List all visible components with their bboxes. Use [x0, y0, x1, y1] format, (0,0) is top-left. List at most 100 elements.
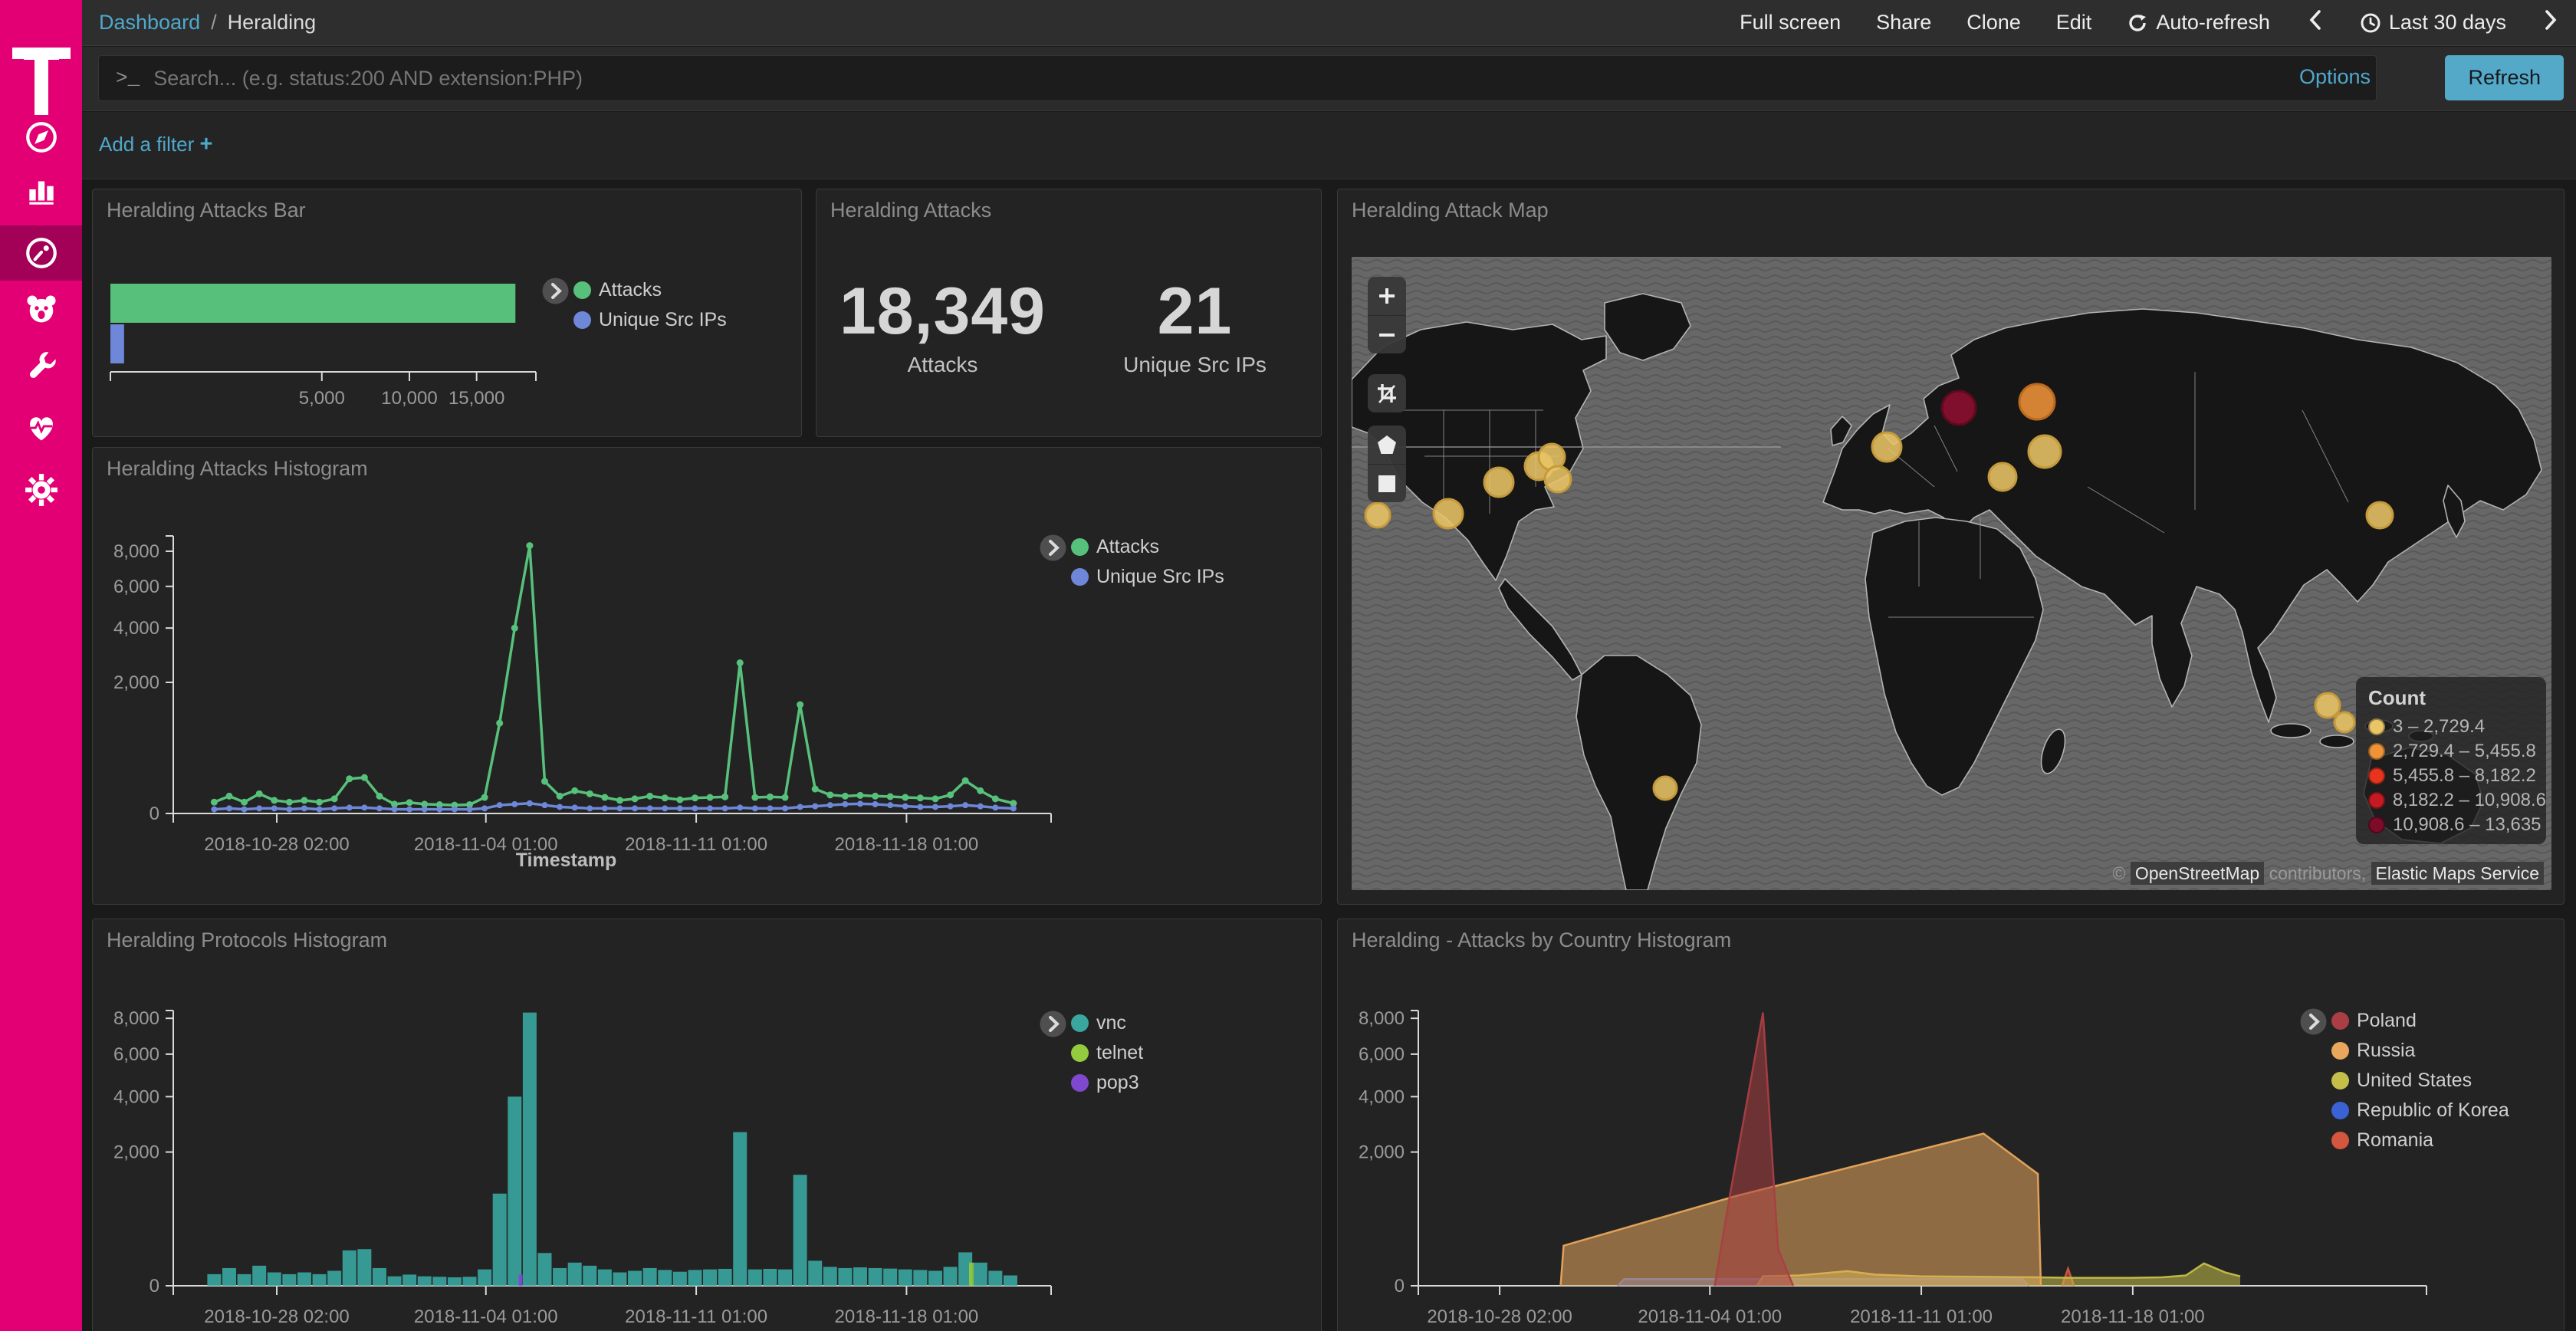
panel-protocols-histogram[interactable]: Heralding Protocols Histogram 02,0004,00…	[92, 919, 1322, 1331]
attacks-histogram-legend[interactable]: Attacks Unique Src IPs	[1071, 532, 1224, 592]
legend-collapse-button[interactable]	[1039, 534, 1067, 566]
svg-text:2018-11-11 01:00: 2018-11-11 01:00	[625, 1306, 767, 1327]
legend-label: Unique Src IPs	[1096, 566, 1224, 588]
legend-collapse-button[interactable]	[2299, 1007, 2328, 1040]
legend-item[interactable]: United States	[2331, 1066, 2509, 1096]
map-zoom-controls	[1368, 277, 1406, 353]
time-back-button[interactable]	[2305, 9, 2325, 37]
legend-collapse-button[interactable]	[1039, 1010, 1067, 1042]
attack-location-circle[interactable]	[1872, 432, 1901, 462]
svg-text:2,000: 2,000	[1359, 1142, 1405, 1163]
panel-attacks-metric[interactable]: Heralding Attacks 18,349 Attacks 21 Uniq…	[816, 189, 1322, 437]
panel-title: Heralding Attacks	[830, 199, 991, 222]
legend-item[interactable]: telnet	[1071, 1038, 1143, 1068]
legend-toggle-icon	[1039, 1010, 1067, 1038]
map-legend-row: 5,455.8 – 8,182.2	[2368, 764, 2546, 788]
attack-location-circle[interactable]	[1365, 503, 1390, 527]
protocols-histogram-legend[interactable]: vnctelnet pop3	[1071, 1008, 1143, 1098]
legend-item[interactable]: Republic of Korea	[2331, 1096, 2509, 1126]
time-range-picker[interactable]: Last 30 days	[2360, 11, 2506, 35]
attack-location-circle[interactable]	[2334, 712, 2354, 732]
legend-item[interactable]: Unique Src IPs	[573, 305, 727, 335]
attack-location-circle[interactable]	[2019, 384, 2055, 419]
legend-label: Romania	[2357, 1129, 2433, 1152]
svg-text:2018-11-11 01:00: 2018-11-11 01:00	[625, 834, 767, 855]
breadcrumb-dashboard-link[interactable]: Dashboard	[99, 11, 200, 35]
legend-item[interactable]: Poland	[2331, 1006, 2509, 1036]
draw-rectangle-button[interactable]	[1368, 464, 1406, 502]
zoom-in-button[interactable]	[1368, 277, 1406, 315]
legend-item[interactable]: Russia	[2331, 1036, 2509, 1066]
legend-item[interactable]: vnc	[1071, 1008, 1143, 1038]
fit-bounds-button[interactable]	[1368, 374, 1406, 412]
top-navigation-bar: Dashboard / Heralding Full screen Share …	[82, 0, 2576, 46]
sidebar-item-discover[interactable]	[0, 110, 82, 164]
attack-location-circle[interactable]	[1942, 391, 1976, 425]
svg-text:6,000: 6,000	[113, 577, 159, 597]
legend-toggle-icon	[1039, 534, 1067, 562]
clone-button[interactable]: Clone	[1967, 11, 2021, 35]
search-box: >_	[98, 55, 2377, 101]
search-input[interactable]	[153, 67, 2376, 90]
attacks-bar-legend[interactable]: AttacksUnique Src IPs	[573, 275, 727, 335]
sidebar-item-tools[interactable]	[0, 337, 82, 391]
map-legend-row: 3 – 2,729.4	[2368, 715, 2546, 739]
heartbeat-icon	[23, 409, 60, 445]
attack-location-circle[interactable]	[2029, 435, 2061, 468]
attack-location-circle[interactable]	[1484, 468, 1513, 497]
sidebar-item-health[interactable]	[0, 400, 82, 454]
sidebar-item-settings[interactable]	[0, 463, 82, 517]
legend-item[interactable]: pop3	[1071, 1068, 1143, 1098]
attack-location-circle[interactable]	[1545, 466, 1571, 492]
sidebar-item-tpot[interactable]	[0, 282, 82, 336]
crop-icon	[1376, 383, 1398, 404]
full-screen-button[interactable]: Full screen	[1740, 11, 1841, 35]
attack-location-circle[interactable]	[1434, 499, 1463, 528]
auto-refresh-button[interactable]: Auto-refresh	[2127, 11, 2270, 35]
legend-color-dot	[2331, 1132, 2349, 1149]
add-filter-link[interactable]: Add a filter +	[99, 132, 212, 157]
panel-title: Heralding - Attacks by Country Histogram	[1352, 928, 1731, 952]
legend-item[interactable]: Attacks	[1071, 532, 1224, 562]
openstreetmap-link[interactable]: OpenStreetMap	[2131, 862, 2264, 885]
svg-text:2018-10-28 02:00: 2018-10-28 02:00	[204, 834, 350, 855]
elastic-maps-service-link[interactable]: Elastic Maps Service	[2371, 862, 2544, 885]
metric-label: Unique Src IPs	[1069, 353, 1321, 377]
legend-color-dot	[1071, 1014, 1089, 1032]
attack-location-circle[interactable]	[2367, 502, 2393, 528]
svg-text:2018-11-04 01:00: 2018-11-04 01:00	[414, 1306, 558, 1327]
legend-item[interactable]: Attacks	[573, 275, 727, 305]
zoom-out-button[interactable]	[1368, 315, 1406, 353]
edit-button[interactable]: Edit	[2056, 11, 2092, 35]
attack-location-circle[interactable]	[2315, 693, 2340, 718]
panel-country-histogram[interactable]: Heralding - Attacks by Country Histogram…	[1337, 919, 2564, 1331]
panel-attack-map[interactable]: Heralding Attack Map	[1337, 189, 2564, 905]
map-legend-label: 2,729.4 – 5,455.8	[2393, 741, 2536, 762]
time-forward-button[interactable]	[2542, 9, 2561, 37]
panel-attacks-histogram[interactable]: Heralding Attacks Histogram 02,0004,0006…	[92, 447, 1322, 905]
sidebar-item-dashboard[interactable]	[0, 225, 82, 281]
svg-text:2018-11-04 01:00: 2018-11-04 01:00	[1638, 1306, 1782, 1327]
breadcrumb: Dashboard / Heralding	[99, 11, 316, 35]
legend-item[interactable]: Unique Src IPs	[1071, 562, 1224, 592]
map-legend-dot	[2368, 792, 2385, 809]
world-map[interactable]: Count 3 – 2,729.4 2,729.4 – 5,455.8 5,45…	[1352, 257, 2551, 890]
country-histogram-legend[interactable]: PolandRussiaUnited StatesRepublic of Kor…	[2331, 1006, 2509, 1155]
legend-label: pop3	[1096, 1072, 1139, 1094]
panel-title: Heralding Protocols Histogram	[107, 928, 387, 952]
refresh-button[interactable]: Refresh	[2445, 55, 2564, 100]
attack-location-circle[interactable]	[1654, 777, 1677, 800]
panel-title: Heralding Attack Map	[1352, 199, 1549, 222]
plus-icon	[1377, 286, 1397, 306]
pentagon-icon	[1377, 435, 1397, 455]
svg-text:Timestamp: Timestamp	[516, 850, 617, 871]
panel-attacks-bar[interactable]: Heralding Attacks Bar 5,00010,00015,000 …	[92, 189, 802, 437]
share-button[interactable]: Share	[1876, 11, 1931, 35]
legend-item[interactable]: Romania	[2331, 1126, 2509, 1155]
sidebar-item-visualize[interactable]	[0, 164, 82, 218]
attack-location-circle[interactable]	[1989, 463, 2016, 491]
draw-polygon-button[interactable]	[1368, 426, 1406, 464]
svg-text:2,000: 2,000	[113, 1142, 159, 1163]
options-link[interactable]: Options	[2299, 65, 2371, 89]
legend-collapse-button[interactable]	[541, 277, 570, 309]
